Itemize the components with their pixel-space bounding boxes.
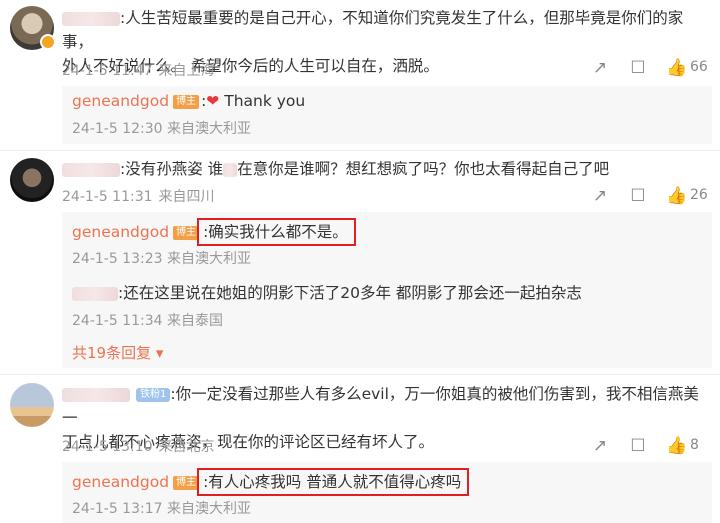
reply-meta: 24-1-5 13:17 来自澳大利亚 xyxy=(72,501,251,517)
like-icon[interactable]: 👍 xyxy=(666,186,687,206)
like-icon[interactable]: 👍 xyxy=(666,436,687,456)
comment-icon[interactable]: ☐ xyxy=(628,186,648,206)
reply-meta: 24-1-5 13:23 来自澳大利亚 xyxy=(72,251,251,267)
reply-username[interactable]: geneandgod xyxy=(72,92,169,110)
blurred-username[interactable] xyxy=(62,387,130,402)
comment-actions: ↗ ☐ 👍 8 xyxy=(590,436,720,458)
blogger-tag: 博主 xyxy=(173,226,200,240)
blogger-tag: 博主 xyxy=(173,476,200,490)
reply-box: geneandgod 博主:有人心疼我吗 普通人就不值得心疼吗 24-1-5 13… xyxy=(62,462,712,523)
reply-text: geneandgod 博主:有人心疼我吗 普通人就不值得心疼吗 xyxy=(72,468,470,496)
comment-meta: 24-1-5 11:47 来自上海 xyxy=(62,63,215,79)
reply-username[interactable]: geneandgod xyxy=(72,473,169,491)
reply-text: :还在这里说在她姐的阴影下活了20多年 都阴影了那会还一起拍杂志 xyxy=(72,282,582,304)
share-icon[interactable]: ↗ xyxy=(590,436,610,456)
blurred-username[interactable] xyxy=(72,286,118,301)
blurred-mention[interactable] xyxy=(223,162,238,177)
reply-username[interactable]: geneandgod xyxy=(72,223,169,241)
more-replies-link[interactable]: 共19条回复 ▾ xyxy=(72,342,163,363)
highlight-box: :有人心疼我吗 普通人就不值得心疼吗 xyxy=(197,468,470,496)
highlight-box: :确实我什么都不是。 xyxy=(197,218,356,246)
blurred-username[interactable] xyxy=(62,11,120,26)
like-count: 26 xyxy=(690,187,708,203)
blurred-username[interactable] xyxy=(62,162,120,177)
comment-actions: ↗ ☐ 👍 66 xyxy=(590,58,720,80)
heart-icon: ❤ xyxy=(206,92,220,110)
share-icon[interactable]: ↗ xyxy=(590,186,610,206)
like-count: 66 xyxy=(690,59,708,75)
blogger-tag: 博主 xyxy=(173,95,200,109)
divider xyxy=(0,150,720,151)
comment-text: :没有孙燕姿 谁在意你是谁啊？想红想疯了吗？你也太看得起自己了吧 xyxy=(62,157,712,181)
reply-text: geneandgod 博主:确实我什么都不是。 xyxy=(72,218,356,246)
verified-badge xyxy=(40,34,56,50)
commenter-avatar[interactable] xyxy=(10,383,54,427)
comment-actions: ↗ ☐ 👍 26 xyxy=(590,186,720,208)
reply-box: geneandgod 博主:确实我什么都不是。 24-1-5 13:23 来自澳大… xyxy=(62,212,712,368)
like-count: 8 xyxy=(690,437,699,453)
fan-badge: 铁粉1 xyxy=(136,388,171,402)
comment-meta: 24-1-5 11:31 来自四川 xyxy=(62,189,215,205)
reply-meta: 24-1-5 12:30 来自澳大利亚 xyxy=(72,121,251,137)
like-icon[interactable]: 👍 xyxy=(666,58,687,78)
reply-text: geneandgod 博主:❤ Thank you xyxy=(72,92,306,110)
reply-meta: 24-1-5 11:34 来自泰国 xyxy=(72,313,223,329)
commenter-avatar[interactable] xyxy=(10,158,54,202)
comment-icon[interactable]: ☐ xyxy=(628,436,648,456)
share-icon[interactable]: ↗ xyxy=(590,58,610,78)
comment-icon[interactable]: ☐ xyxy=(628,58,648,78)
reply-box: geneandgod 博主:❤ Thank you 24-1-5 12:30 来自… xyxy=(62,86,712,144)
comment-meta: 24-1-5 13:10 来自北京 xyxy=(62,439,215,455)
divider xyxy=(0,374,720,375)
caret-down-icon: ▾ xyxy=(151,344,164,362)
